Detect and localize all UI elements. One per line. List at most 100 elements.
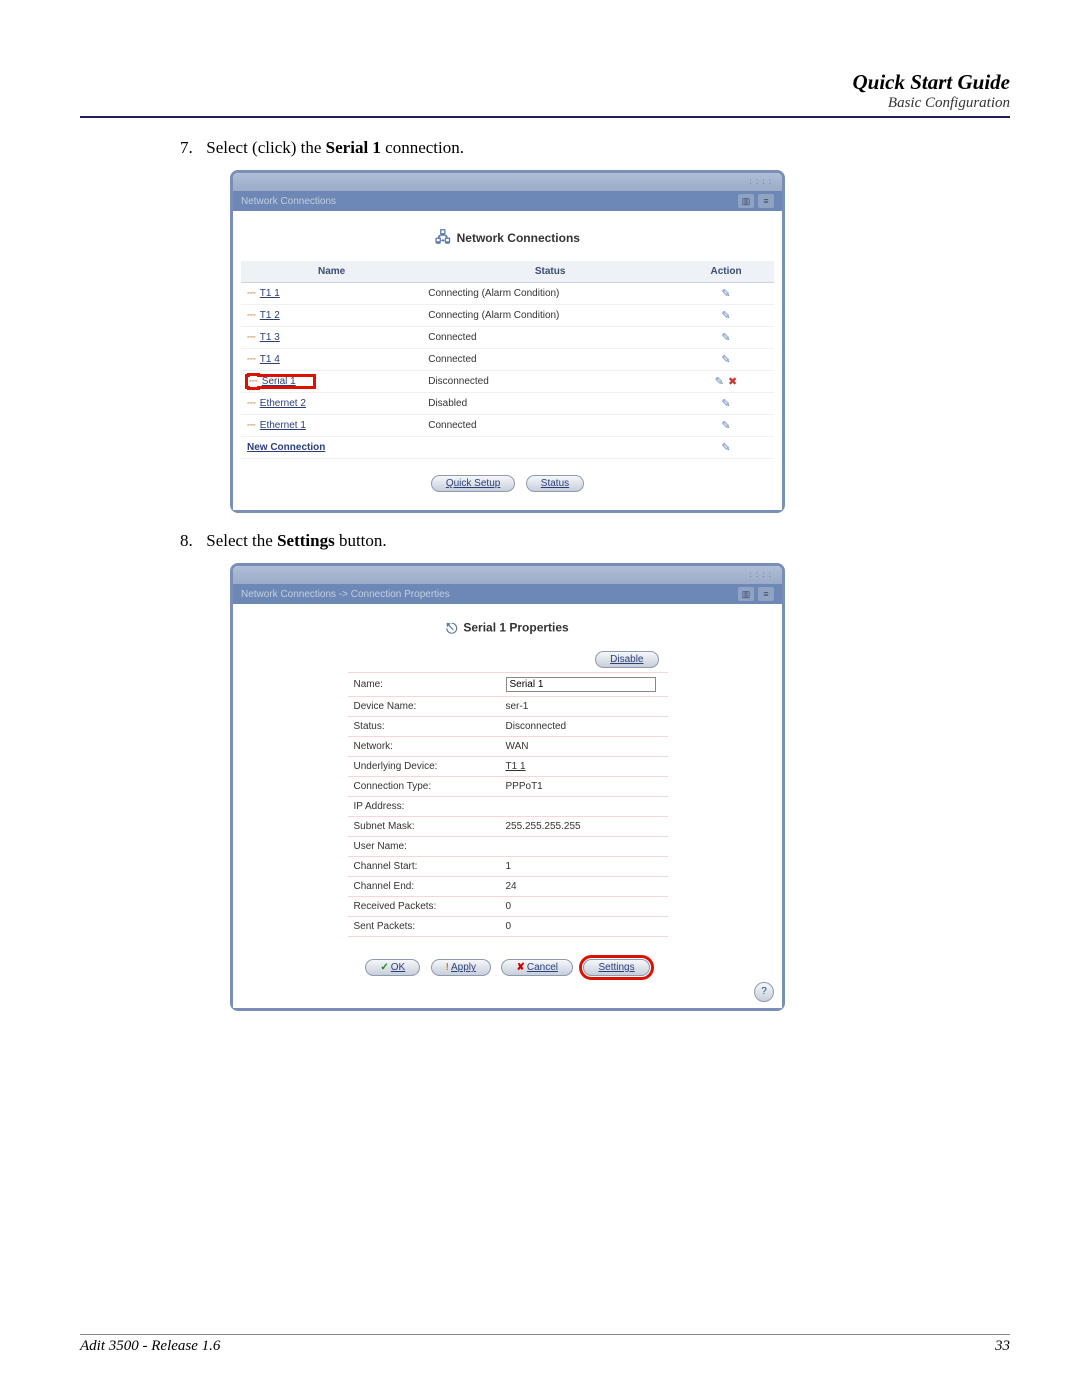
val-network: WAN	[500, 737, 668, 757]
step-7-bold: Serial 1	[326, 138, 381, 157]
new-connection-link[interactable]: New Connection	[247, 442, 325, 453]
status-cell: Connected	[422, 327, 678, 349]
edit-icon[interactable]: ✎	[721, 397, 730, 410]
val-conntype: PPPoT1	[500, 777, 668, 797]
status-cell: Connecting (Alarm Condition)	[422, 305, 678, 327]
list-icon[interactable]: ≡	[758, 587, 774, 601]
delete-icon[interactable]: ✖	[728, 375, 737, 388]
window-titlebar: : : : :	[233, 173, 782, 191]
breadcrumb-text: Network Connections -> Connection Proper…	[241, 589, 450, 600]
breadcrumb-text: Network Connections	[241, 196, 336, 207]
step-7-text-pre: Select (click) the	[206, 138, 325, 157]
properties-table: Disable Name: Device Name: ser-1 Status:…	[348, 647, 668, 937]
header-rule	[80, 116, 1010, 118]
sitemap-icon[interactable]: ▥	[738, 587, 754, 601]
step-8-text-post: button.	[335, 531, 387, 550]
lbl-name: Name:	[348, 673, 500, 697]
panel-title: ⎋Serial 1 Properties	[241, 612, 774, 647]
panel-title: 🖧Network Connections	[241, 219, 774, 261]
connection-link[interactable]: ⎓Ethernet 1	[247, 420, 306, 431]
col-name: Name	[241, 261, 422, 283]
step-7-text-post: connection.	[381, 138, 464, 157]
edit-icon[interactable]: ✎	[721, 309, 730, 322]
screenshot-network-connections: : : : : Network Connections ▥ ≡ 🖧Network…	[230, 170, 785, 513]
breadcrumb-bar: Network Connections ▥ ≡	[233, 191, 782, 211]
step-8-text-pre: Select the	[206, 531, 277, 550]
header-subtitle: Basic Configuration	[80, 95, 1010, 112]
val-ip	[500, 797, 668, 817]
lbl-subnet: Subnet Mask:	[348, 817, 500, 837]
edit-icon[interactable]: ✎	[715, 375, 724, 388]
val-chend: 24	[500, 877, 668, 897]
edit-icon[interactable]: ✎	[721, 353, 730, 366]
status-cell: Disconnected	[422, 371, 678, 393]
breadcrumb-bar: Network Connections -> Connection Proper…	[233, 584, 782, 604]
name-input[interactable]	[506, 677, 656, 692]
col-action: Action	[678, 261, 774, 283]
status-cell: Connected	[422, 349, 678, 371]
step-7-number: 7.	[180, 138, 202, 158]
settings-button[interactable]: Settings	[583, 959, 649, 976]
status-button[interactable]: Status	[526, 475, 584, 492]
ok-button[interactable]: ✓OK	[365, 959, 420, 976]
step-8-number: 8.	[180, 531, 202, 551]
cancel-button[interactable]: ✘Cancel	[501, 959, 573, 976]
edit-icon[interactable]: ✎	[721, 287, 730, 300]
lbl-sent: Sent Packets:	[348, 917, 500, 937]
table-row: ⎓Ethernet 2 Disabled ✎	[241, 393, 774, 415]
connection-link[interactable]: ⎓Ethernet 2	[247, 398, 306, 409]
lbl-conntype: Connection Type:	[348, 777, 500, 797]
table-row: ⎓T1 4 Connected ✎	[241, 349, 774, 371]
val-chstart: 1	[500, 857, 668, 877]
lbl-chend: Channel End:	[348, 877, 500, 897]
connection-link[interactable]: ⎓T1 1	[247, 288, 280, 299]
connection-icon: ⎓	[247, 353, 256, 366]
lbl-recv: Received Packets:	[348, 897, 500, 917]
connection-link[interactable]: ⎓T1 2	[247, 310, 280, 321]
serial-icon: ⎋	[446, 620, 457, 637]
table-row: ⎓T1 2 Connecting (Alarm Condition) ✎	[241, 305, 774, 327]
screenshot-serial1-properties: : : : : Network Connections -> Connectio…	[230, 563, 785, 1011]
help-icon[interactable]: ?	[754, 982, 774, 1002]
table-row: ⎓Serial 1 Disconnected ✎ ✖	[241, 371, 774, 393]
lbl-ip: IP Address:	[348, 797, 500, 817]
connection-icon: ⎓	[249, 375, 258, 388]
lbl-underlying: Underlying Device:	[348, 757, 500, 777]
apply-button[interactable]: !Apply	[431, 959, 491, 976]
connection-link[interactable]: ⎓Serial 1	[247, 376, 314, 387]
lbl-user: User Name:	[348, 837, 500, 857]
step-8: 8. Select the Settings button.	[180, 531, 1010, 551]
sitemap-icon[interactable]: ▥	[738, 194, 754, 208]
footer-page-number: 33	[995, 1338, 1010, 1355]
window-titlebar: : : : :	[233, 566, 782, 584]
val-user	[500, 837, 668, 857]
edit-icon[interactable]: ✎	[721, 419, 730, 432]
connection-icon: ⎓	[247, 331, 256, 344]
lbl-chstart: Channel Start:	[348, 857, 500, 877]
lbl-status: Status:	[348, 717, 500, 737]
val-subnet: 255.255.255.255	[500, 817, 668, 837]
list-icon[interactable]: ≡	[758, 194, 774, 208]
lbl-network: Network:	[348, 737, 500, 757]
page-footer: Adit 3500 - Release 1.6 33	[80, 1326, 1010, 1355]
connection-link[interactable]: ⎓T1 4	[247, 354, 280, 365]
val-sent: 0	[500, 917, 668, 937]
connection-icon: ⎓	[247, 397, 256, 410]
step-8-bold: Settings	[277, 531, 335, 550]
network-icon: 🖧	[435, 227, 451, 251]
connection-icon: ⎓	[247, 287, 256, 300]
table-row: ⎓Ethernet 1 Connected ✎	[241, 415, 774, 437]
status-cell: Connected	[422, 415, 678, 437]
connection-link[interactable]: ⎓T1 3	[247, 332, 280, 343]
connection-icon: ⎓	[247, 419, 256, 432]
header-title: Quick Start Guide	[80, 70, 1010, 95]
col-status: Status	[422, 261, 678, 283]
edit-icon[interactable]: ✎	[721, 331, 730, 344]
val-device: ser-1	[500, 697, 668, 717]
add-icon[interactable]: ✎	[721, 441, 730, 454]
disable-button[interactable]: Disable	[595, 651, 658, 668]
val-underlying[interactable]: T1 1	[500, 757, 668, 777]
step-7: 7. Select (click) the Serial 1 connectio…	[180, 138, 1010, 158]
status-cell: Disabled	[422, 393, 678, 415]
quick-setup-button[interactable]: Quick Setup	[431, 475, 515, 492]
